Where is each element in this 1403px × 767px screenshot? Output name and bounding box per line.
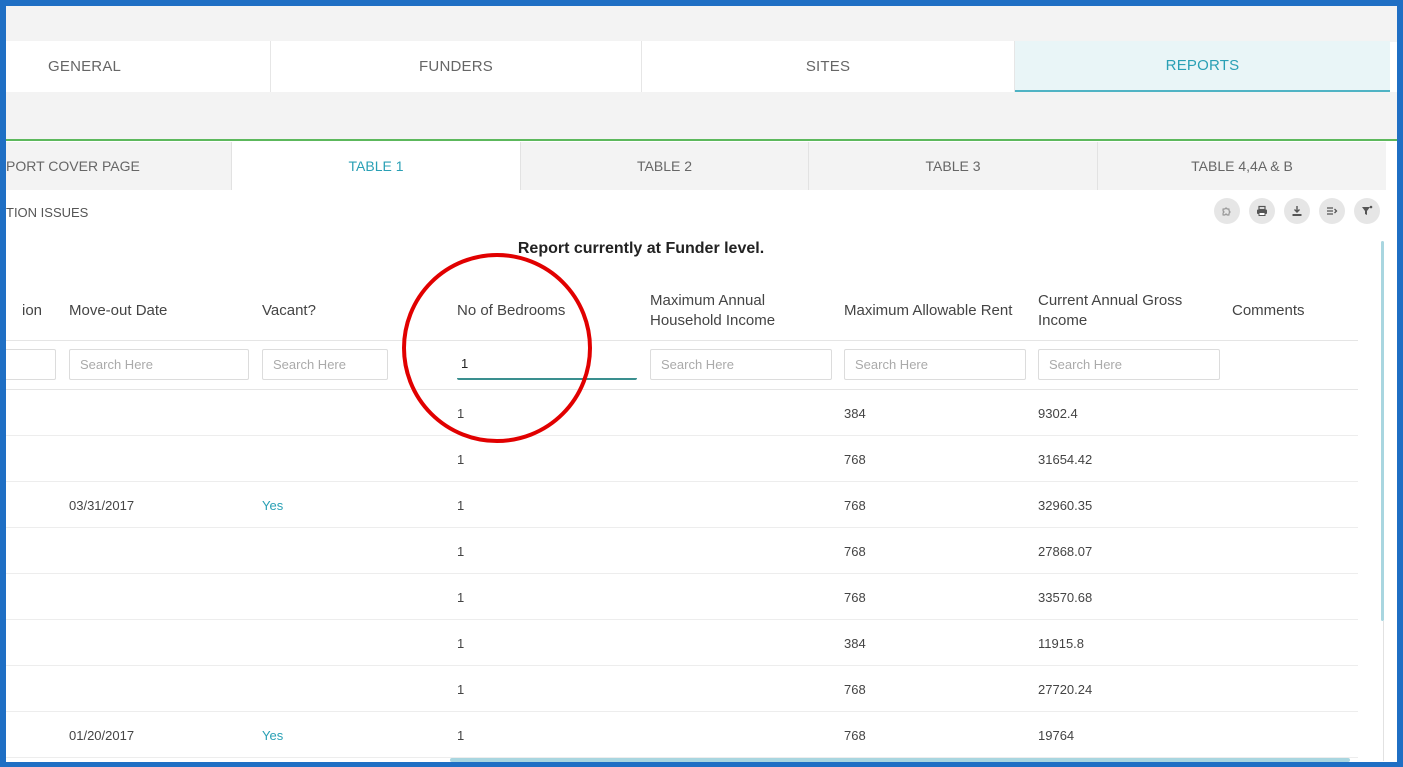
cell-current-annual-gross-income: 19764 bbox=[1038, 727, 1075, 743]
table-row[interactable]: 1 768 27720.24 bbox=[6, 666, 1358, 712]
app-window: GENERAL FUNDERS SITES REPORTS PORT COVER… bbox=[6, 6, 1397, 762]
column-header-current-annual-gross-income[interactable]: Current Annual Gross Income bbox=[1038, 281, 1218, 341]
cell-current-annual-gross-income: 11915.8 bbox=[1038, 635, 1085, 651]
search-input-partial[interactable] bbox=[6, 349, 56, 380]
vertical-scrollbar[interactable] bbox=[1381, 241, 1384, 621]
print-icon[interactable] bbox=[1249, 198, 1275, 224]
cell-no-of-bedrooms: 1 bbox=[457, 543, 465, 559]
column-header-no-of-bedrooms[interactable]: No of Bedrooms bbox=[457, 281, 627, 341]
column-header-comments[interactable]: Comments bbox=[1232, 281, 1352, 341]
cell-max-allowable-rent: 384 bbox=[844, 635, 866, 651]
main-tabs: GENERAL FUNDERS SITES REPORTS bbox=[6, 41, 1390, 92]
section-label[interactable]: TION ISSUES bbox=[6, 205, 88, 220]
tab-table-4[interactable]: TABLE 4,4A & B bbox=[1098, 142, 1386, 190]
search-input-vacant[interactable]: Search Here bbox=[262, 349, 388, 380]
cell-max-allowable-rent: 768 bbox=[844, 727, 866, 743]
cell-no-of-bedrooms: 1 bbox=[457, 497, 465, 513]
header-divider bbox=[6, 340, 1358, 341]
toolbar bbox=[1214, 198, 1380, 224]
tab-table-1[interactable]: TABLE 1 bbox=[232, 142, 521, 190]
column-header-move-out-date[interactable]: Move-out Date bbox=[69, 281, 239, 341]
report-tabs: PORT COVER PAGE TABLE 1 TABLE 2 TABLE 3 … bbox=[6, 142, 1386, 190]
tab-table-2[interactable]: TABLE 2 bbox=[521, 142, 809, 190]
cell-max-allowable-rent: 384 bbox=[844, 405, 866, 421]
puzzle-icon[interactable] bbox=[1214, 198, 1240, 224]
table-row[interactable]: 1 384 9302.4 bbox=[6, 390, 1358, 436]
cell-current-annual-gross-income: 27868.07 bbox=[1038, 543, 1093, 559]
column-header-partial[interactable]: ion bbox=[22, 281, 62, 341]
search-input-no-of-bedrooms[interactable]: 1 bbox=[457, 349, 637, 380]
cell-no-of-bedrooms: 1 bbox=[457, 681, 465, 697]
tab-report-cover-page[interactable]: PORT COVER PAGE bbox=[6, 142, 232, 190]
cell-vacant: Yes bbox=[262, 727, 284, 743]
cell-max-allowable-rent: 768 bbox=[844, 589, 866, 605]
column-header-max-household-income[interactable]: Maximum Annual Household Income bbox=[650, 281, 825, 341]
tab-reports[interactable]: REPORTS bbox=[1015, 41, 1390, 92]
search-input-max-allowable-rent[interactable]: Search Here bbox=[844, 349, 1026, 380]
cell-max-allowable-rent: 768 bbox=[844, 451, 866, 467]
cell-current-annual-gross-income: 31654.42 bbox=[1038, 451, 1093, 467]
horizontal-scrollbar[interactable] bbox=[450, 758, 1350, 762]
download-icon[interactable] bbox=[1284, 198, 1310, 224]
cell-max-allowable-rent: 768 bbox=[844, 497, 866, 513]
table-row[interactable]: 1 384 11915.8 bbox=[6, 620, 1358, 666]
cell-max-allowable-rent: 768 bbox=[844, 681, 866, 697]
cell-current-annual-gross-income: 33570.68 bbox=[1038, 589, 1093, 605]
search-input-max-household-income[interactable]: Search Here bbox=[650, 349, 832, 380]
cell-no-of-bedrooms: 1 bbox=[457, 727, 465, 743]
tab-table-3[interactable]: TABLE 3 bbox=[809, 142, 1098, 190]
table-row[interactable]: 1 768 33570.68 bbox=[6, 574, 1358, 620]
vertical-scrollbar-track bbox=[1383, 621, 1384, 761]
cell-move-out-date: 01/20/2017 bbox=[69, 727, 135, 743]
column-header-max-allowable-rent[interactable]: Maximum Allowable Rent bbox=[844, 281, 1014, 341]
report-level-notice: Report currently at Funder level. bbox=[517, 240, 765, 257]
cell-no-of-bedrooms: 1 bbox=[457, 405, 465, 421]
table-row[interactable]: 1 768 27868.07 bbox=[6, 528, 1358, 574]
cell-no-of-bedrooms: 1 bbox=[457, 451, 465, 467]
tab-band bbox=[6, 92, 1397, 141]
tab-funders[interactable]: FUNDERS bbox=[271, 41, 642, 92]
columns-icon[interactable] bbox=[1319, 198, 1345, 224]
cell-no-of-bedrooms: 1 bbox=[457, 635, 465, 651]
cell-current-annual-gross-income: 32960.35 bbox=[1038, 497, 1093, 513]
search-input-current-annual-gross-income[interactable]: Search Here bbox=[1038, 349, 1220, 380]
cell-current-annual-gross-income: 9302.4 bbox=[1038, 405, 1078, 421]
cell-move-out-date: 03/31/2017 bbox=[69, 497, 135, 513]
table-row[interactable]: 01/20/2017 Yes 1 768 19764 bbox=[6, 712, 1358, 758]
cell-vacant: Yes bbox=[262, 497, 284, 513]
top-bar bbox=[6, 6, 1397, 42]
table-row[interactable]: 03/31/2017 Yes 1 768 32960.35 bbox=[6, 482, 1358, 528]
filter-icon[interactable] bbox=[1354, 198, 1380, 224]
tab-general[interactable]: GENERAL bbox=[6, 41, 271, 92]
search-input-move-out-date[interactable]: Search Here bbox=[69, 349, 249, 380]
cell-no-of-bedrooms: 1 bbox=[457, 589, 465, 605]
tab-sites[interactable]: SITES bbox=[642, 41, 1015, 92]
column-header-vacant[interactable]: Vacant? bbox=[262, 281, 432, 341]
cell-max-allowable-rent: 768 bbox=[844, 543, 866, 559]
cell-current-annual-gross-income: 27720.24 bbox=[1038, 681, 1093, 697]
table-row[interactable]: 1 768 31654.42 bbox=[6, 436, 1358, 482]
